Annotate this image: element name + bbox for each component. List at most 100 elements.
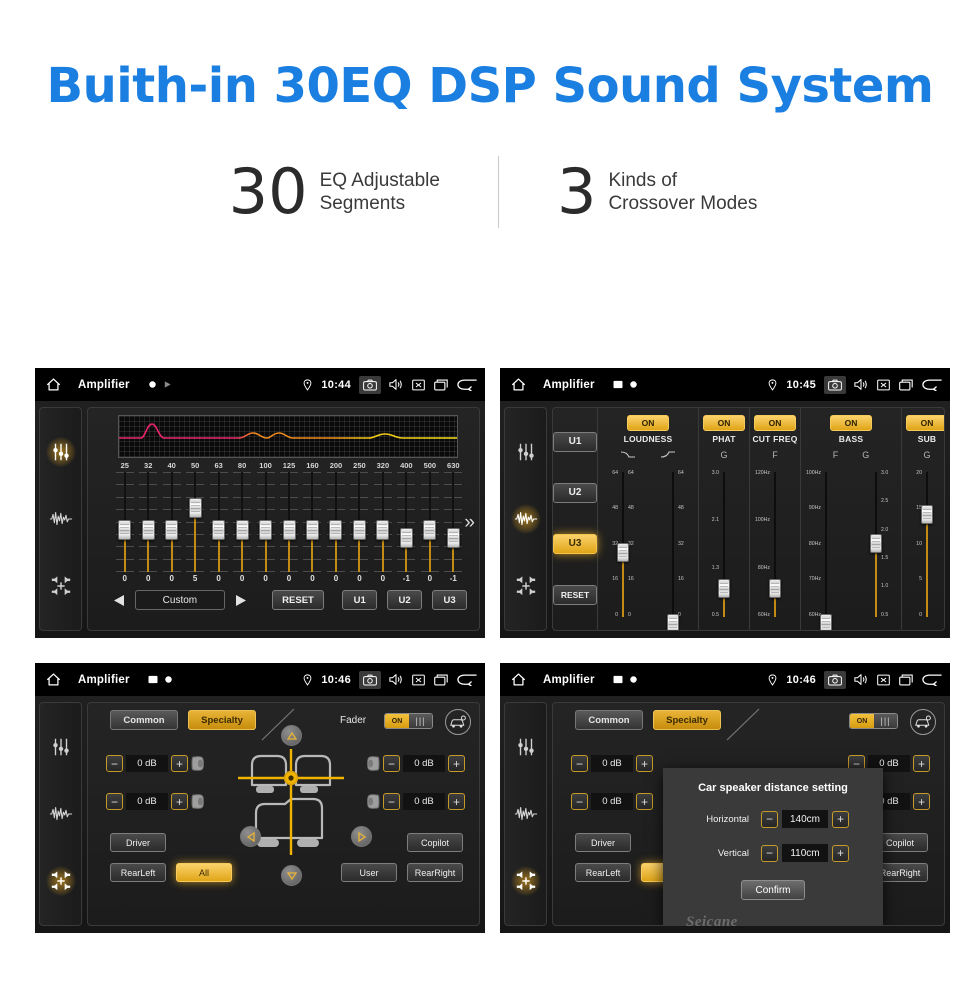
volume-icon[interactable] (389, 378, 403, 391)
nav-down-button[interactable] (281, 865, 302, 886)
eq-slider-500[interactable] (418, 472, 441, 572)
sidebar-item-waveform[interactable] (46, 504, 76, 534)
decrement-button[interactable]: − (106, 793, 123, 810)
back-icon[interactable] (922, 378, 942, 391)
car-speaker-settings-button[interactable] (445, 709, 471, 735)
recents-icon[interactable] (434, 674, 448, 686)
unit-u1-button[interactable]: U1 (553, 431, 597, 452)
nav-left-button[interactable] (240, 826, 261, 847)
camera-icon[interactable] (824, 375, 846, 394)
toggle-on-button[interactable]: ON (906, 415, 944, 431)
car-speaker-settings-button[interactable] (910, 709, 936, 735)
slider-knob[interactable] (870, 533, 882, 553)
eq-slider-knob[interactable] (165, 520, 179, 540)
tab-specialty[interactable]: Specialty (653, 710, 721, 730)
slider-knob[interactable] (718, 578, 730, 598)
position-user-button[interactable]: User (341, 863, 397, 882)
toggle-on-button[interactable]: ON (627, 415, 669, 431)
eq-slider-knob[interactable] (305, 520, 319, 540)
increment-button[interactable]: + (171, 793, 188, 810)
home-icon[interactable] (510, 377, 527, 392)
eq-slider-630[interactable] (442, 472, 465, 572)
slider-knob[interactable] (769, 578, 781, 598)
tab-specialty[interactable]: Specialty (188, 710, 256, 730)
sidebar-item-balance[interactable] (511, 571, 541, 601)
eq-slider-knob[interactable] (423, 520, 437, 540)
eq-slider-250[interactable] (348, 472, 371, 572)
increment-button[interactable]: + (913, 755, 930, 772)
increment-button[interactable]: + (636, 793, 653, 810)
tab-common[interactable]: Common (110, 710, 178, 730)
position-driver-button[interactable]: Driver (575, 833, 631, 852)
eq-slider-knob[interactable] (235, 520, 249, 540)
decrement-button[interactable]: − (383, 755, 400, 772)
camera-icon[interactable] (824, 670, 846, 689)
fader-toggle[interactable]: ON ||| (849, 713, 898, 729)
preset-u1-button[interactable]: U1 (342, 590, 378, 610)
camera-icon[interactable] (359, 670, 381, 689)
tab-common[interactable]: Common (575, 710, 643, 730)
home-icon[interactable] (45, 377, 62, 392)
increment-button[interactable]: + (636, 755, 653, 772)
sidebar-item-balance[interactable] (46, 571, 76, 601)
sidebar-item-equalizer[interactable] (511, 732, 541, 762)
volume-icon[interactable] (854, 378, 868, 391)
position-copilot-button[interactable]: Copilot (407, 833, 463, 852)
eq-slider-25[interactable] (113, 472, 136, 572)
camera-icon[interactable] (359, 375, 381, 394)
recents-icon[interactable] (899, 674, 913, 686)
decrement-button[interactable]: − (761, 810, 778, 828)
toggle-on-button[interactable]: ON (703, 415, 745, 431)
unit-u2-button[interactable]: U2 (553, 482, 597, 503)
sidebar-item-waveform[interactable] (511, 799, 541, 829)
preset-name[interactable]: Custom (135, 590, 225, 610)
increment-button[interactable]: + (171, 755, 188, 772)
crossover-slider[interactable]: 64 48 32 16 0 (650, 463, 696, 630)
eq-slider-320[interactable] (371, 472, 394, 572)
crossover-slider[interactable]: 64 48 32 16 0 64 48 32 16 0 (600, 463, 646, 624)
back-icon[interactable] (457, 378, 477, 391)
slider-knob[interactable] (820, 614, 832, 630)
sidebar-item-waveform[interactable] (510, 503, 541, 534)
back-icon[interactable] (922, 673, 942, 686)
eq-slider-100[interactable] (254, 472, 277, 572)
back-icon[interactable] (457, 673, 477, 686)
crossover-slider[interactable]: 120Hz 100Hz 80Hz 60Hz (752, 463, 798, 624)
sidebar-item-balance[interactable] (45, 866, 76, 897)
eq-slider-knob[interactable] (352, 520, 366, 540)
slider-knob[interactable] (667, 614, 679, 630)
position-rearleft-button[interactable]: RearLeft (110, 863, 166, 882)
crossover-slider[interactable]: 20 15 10 5 0 (904, 463, 944, 624)
increment-button[interactable]: + (913, 793, 930, 810)
eq-slider-63[interactable] (207, 472, 230, 572)
eq-slider-125[interactable] (277, 472, 300, 572)
eq-slider-80[interactable] (230, 472, 253, 572)
eq-slider-knob[interactable] (188, 498, 202, 518)
home-icon[interactable] (45, 672, 62, 687)
sidebar-item-equalizer[interactable] (511, 437, 541, 467)
eq-slider-400[interactable] (395, 472, 418, 572)
nav-up-button[interactable] (281, 725, 302, 746)
eq-slider-knob[interactable] (212, 520, 226, 540)
eq-slider-160[interactable] (301, 472, 324, 572)
increment-button[interactable]: + (448, 755, 465, 772)
confirm-button[interactable]: Confirm (741, 880, 805, 900)
crossover-slider[interactable]: 100Hz 90Hz 80Hz 70Hz 60Hz (803, 463, 849, 630)
position-all-button[interactable]: All (176, 863, 232, 882)
volume-icon[interactable] (854, 673, 868, 686)
unit-u3-button[interactable]: U3 (553, 533, 597, 554)
increment-button[interactable]: + (448, 793, 465, 810)
mute-box-icon[interactable] (412, 674, 425, 686)
unit-reset-button[interactable]: RESET (553, 584, 597, 605)
decrement-button[interactable]: − (571, 793, 588, 810)
decrement-button[interactable]: − (106, 755, 123, 772)
eq-slider-50[interactable] (183, 472, 206, 572)
preset-next-button[interactable] (231, 591, 252, 609)
chevron-double-right-icon[interactable]: » (464, 513, 475, 532)
reset-button[interactable]: RESET (271, 590, 325, 610)
eq-slider-knob[interactable] (282, 520, 296, 540)
toggle-on-button[interactable]: ON (754, 415, 796, 431)
decrement-button[interactable]: − (571, 755, 588, 772)
eq-slider-knob[interactable] (259, 520, 273, 540)
eq-slider-32[interactable] (136, 472, 159, 572)
